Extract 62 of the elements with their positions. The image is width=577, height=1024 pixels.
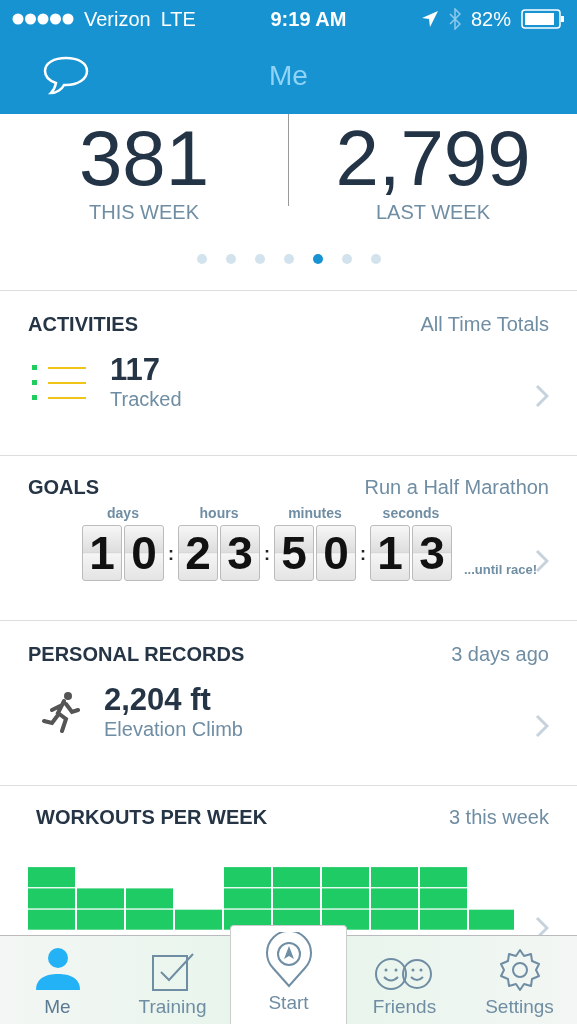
network-text: LTE	[160, 7, 196, 31]
stat-label: LAST WEEK	[375, 201, 491, 224]
page-dot[interactable]	[254, 254, 265, 264]
carrier-text: Verizon	[84, 7, 151, 31]
stat-value: 381	[78, 115, 210, 201]
flip-digit: 3	[220, 525, 260, 581]
location-pin-icon	[264, 932, 313, 988]
page-dot[interactable]	[225, 254, 236, 264]
separator-text: :	[168, 544, 174, 566]
page-dot[interactable]	[283, 254, 294, 264]
countdown-unit-label: hours	[199, 505, 239, 521]
section-meta: 3 days ago	[451, 643, 549, 666]
activity-caption: Tracked	[110, 388, 182, 411]
section-title: ACTIVITIES	[28, 313, 138, 336]
signal-icon	[12, 13, 74, 25]
smiley-faces-icon	[374, 956, 435, 992]
section-title: PERSONAL RECORDS	[28, 643, 245, 666]
countdown-unit-label: minutes	[288, 505, 342, 521]
record-caption: Elevation Climb	[104, 718, 243, 741]
tab-bar-item[interactable]: Start	[230, 925, 347, 1024]
runner-icon	[42, 689, 82, 734]
activity-count: 117	[110, 352, 161, 388]
record-value: 2,204 ft	[104, 682, 212, 718]
clock-text: 9:19 AM	[270, 7, 347, 30]
page-dot[interactable]	[370, 254, 381, 264]
section-meta: Run a Half Marathon	[364, 476, 549, 499]
checkbox-icon	[150, 952, 195, 992]
battery-percent-text: 82%	[470, 7, 511, 31]
bluetooth-icon	[448, 8, 461, 30]
separator-text: :	[360, 544, 366, 566]
location-arrow-icon	[420, 10, 439, 28]
flip-digit: 2	[178, 525, 218, 581]
flip-digit: 5	[274, 525, 314, 581]
section-title: GOALS	[28, 476, 100, 499]
tab-bar-item[interactable]: Training	[115, 936, 230, 1024]
section-meta: All Time Totals	[420, 313, 549, 336]
screen-title: Me	[269, 60, 308, 92]
chevron-icon	[535, 714, 549, 738]
page-dot[interactable]	[196, 254, 207, 264]
section-title: WORKOUTS PER WEEK	[36, 806, 268, 829]
flip-digit: 3	[412, 525, 452, 581]
chevron-icon	[535, 384, 549, 408]
section-meta: 3 this week	[448, 806, 549, 829]
tab-bar-item[interactable]: Friends	[347, 936, 462, 1024]
countdown-unit-label: days	[107, 505, 139, 521]
separator-text: :	[264, 544, 270, 566]
tab-bar-item[interactable]: Me	[0, 936, 115, 1024]
battery-icon	[521, 9, 565, 29]
countdown-suffix: ...until race!	[464, 562, 537, 579]
chat-bubble-icon[interactable]	[42, 56, 90, 96]
stat-value: 2,799	[335, 115, 531, 201]
flip-digit: 1	[82, 525, 122, 581]
settings-icon	[497, 948, 542, 992]
countdown-unit-label: seconds	[382, 505, 440, 521]
flip-digit: 0	[316, 525, 356, 581]
page-dot[interactable]	[312, 254, 323, 264]
chevron-icon	[535, 549, 549, 573]
flip-digit: 1	[370, 525, 410, 581]
stat-label: THIS WEEK	[89, 201, 199, 224]
flip-digit: 0	[124, 525, 164, 581]
page-dot[interactable]	[341, 254, 352, 264]
tab-bar-item[interactable]: Settings	[462, 936, 577, 1024]
